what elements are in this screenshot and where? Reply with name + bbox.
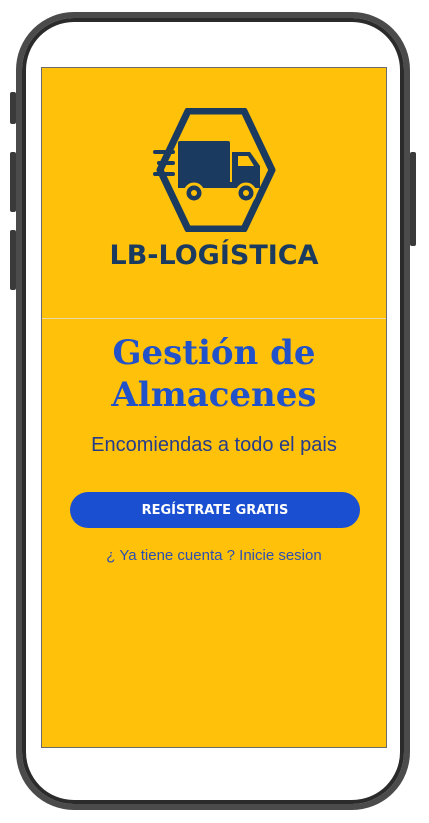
phone-mute-switch [10,92,16,124]
hero-title: Gestión de Almacenes [111,333,317,415]
phone-power-button [410,152,416,246]
phone-volume-up-button [10,152,16,212]
login-link[interactable]: ¿ Ya tiene cuenta ? Inicie sesion [42,547,386,564]
brand-wordmark: LB-LOGÍSTICA [109,240,319,271]
app-screen: LB-LOGÍSTICA Gestión de Almacenes Encomi… [41,67,387,748]
truck-hexagon-icon [153,108,276,232]
register-free-button[interactable]: REGÍSTRATE GRATIS [70,492,360,528]
phone-volume-down-button [10,230,16,290]
logo-panel: LB-LOGÍSTICA [42,68,386,319]
hero-subtitle: Encomiendas a todo el pais [91,434,337,456]
